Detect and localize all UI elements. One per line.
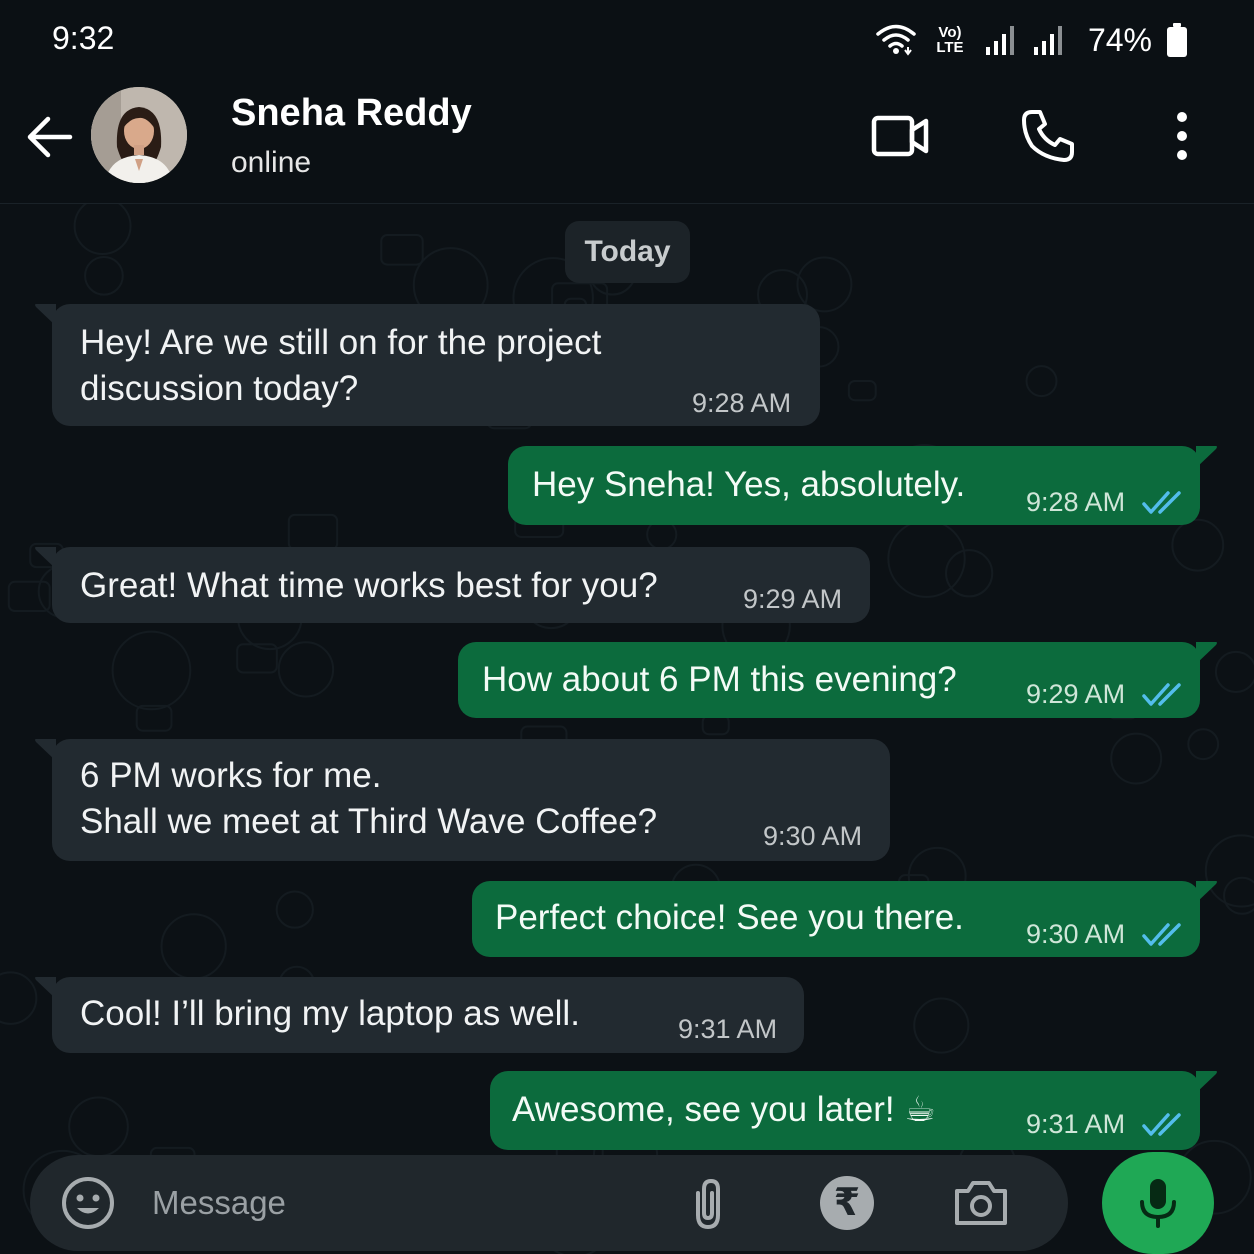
incoming-message[interactable]: Hey! Are we still on for the project dis… bbox=[35, 304, 820, 426]
more-vert-icon bbox=[1177, 112, 1187, 160]
outgoing-message[interactable]: How about 6 PM this evening? 9:29 AM bbox=[458, 642, 1217, 718]
chat-header: Sneha Reddy online bbox=[0, 80, 1254, 204]
attach-icon bbox=[696, 1178, 720, 1230]
wallpaper-doodle bbox=[945, 549, 994, 598]
voice-call-button[interactable] bbox=[1018, 106, 1078, 166]
status-time: 9:32 bbox=[52, 20, 115, 56]
wallpaper-doodle bbox=[1214, 650, 1254, 693]
camera-button[interactable] bbox=[952, 1177, 1010, 1229]
battery-percentage: 74% bbox=[1087, 21, 1152, 58]
outgoing-message[interactable]: Awesome, see you later! ☕ 9:31 AM bbox=[490, 1071, 1217, 1150]
battery-icon bbox=[1167, 23, 1187, 57]
rupee-icon: ₹ bbox=[833, 1182, 861, 1224]
volte-label-top: Vo) bbox=[938, 24, 962, 41]
back-arrow-icon bbox=[27, 116, 73, 158]
wallpaper-doodle bbox=[1110, 732, 1163, 785]
bubble-tail bbox=[1196, 446, 1217, 468]
wallpaper-doodle bbox=[111, 630, 192, 711]
wallpaper-doodle bbox=[68, 1096, 129, 1158]
read-receipt-icon bbox=[1142, 923, 1181, 946]
wallpaper-doodle bbox=[1171, 518, 1225, 572]
bubble-tail bbox=[1196, 881, 1217, 903]
wifi-icon bbox=[876, 24, 916, 56]
wallpaper-doodle bbox=[847, 380, 877, 402]
message-time: 9:31 AM bbox=[678, 1014, 778, 1044]
video-call-button[interactable] bbox=[868, 108, 932, 164]
wallpaper-doodle bbox=[0, 971, 38, 1025]
outgoing-message[interactable]: Hey Sneha! Yes, absolutely. 9:28 AM bbox=[508, 446, 1217, 525]
voice-message-button[interactable] bbox=[1102, 1152, 1214, 1254]
camera-icon bbox=[955, 1181, 1007, 1225]
emoji-button[interactable] bbox=[60, 1175, 116, 1231]
back-button[interactable] bbox=[22, 110, 76, 164]
bubble-tail bbox=[1196, 1071, 1217, 1093]
message-time: 9:31 AM bbox=[1026, 1109, 1126, 1139]
status-icons: Vo) LTE 74% bbox=[876, 18, 1188, 62]
message-list[interactable]: Today Hey! Are we still on for the proje… bbox=[0, 204, 1254, 1254]
contact-status: online bbox=[231, 146, 312, 179]
bubble-tail bbox=[1196, 642, 1217, 664]
wallpaper-doodle bbox=[287, 513, 339, 551]
message-text: Hey Sneha! Yes, absolutely. bbox=[532, 465, 966, 504]
message-time: 9:28 AM bbox=[692, 388, 792, 418]
wallpaper-doodle bbox=[1025, 365, 1058, 398]
message-time: 9:30 AM bbox=[1026, 919, 1126, 949]
more-options-button[interactable] bbox=[1162, 108, 1202, 164]
bubble-tail bbox=[35, 304, 56, 326]
message-time: 9:29 AM bbox=[743, 584, 843, 614]
read-receipt-icon bbox=[1142, 683, 1181, 706]
wallpaper-doodle bbox=[380, 233, 424, 266]
message-text: Awesome, see you later! ☕ bbox=[512, 1090, 936, 1129]
message-text: Great! What time works best for you? bbox=[80, 566, 658, 605]
contact-name[interactable]: Sneha Reddy bbox=[231, 92, 472, 135]
emoji-icon bbox=[62, 1177, 114, 1229]
wallpaper-doodle bbox=[160, 913, 227, 980]
volte-indicator: Vo) LTE bbox=[930, 25, 970, 55]
bubble-tail bbox=[35, 547, 56, 569]
message-composer: ₹ bbox=[30, 1155, 1068, 1251]
wallpaper-doodle bbox=[887, 519, 966, 598]
message-time: 9:28 AM bbox=[1026, 487, 1126, 517]
message-text: 6 PM works for me. Shall we meet at Thir… bbox=[80, 756, 658, 841]
status-bar: 9:32 Vo) LTE 74% bbox=[0, 0, 1254, 80]
message-text: How about 6 PM this evening? bbox=[482, 660, 957, 699]
incoming-message[interactable]: Great! What time works best for you? 9:29… bbox=[35, 547, 870, 623]
wallpaper-doodle bbox=[1187, 728, 1220, 761]
message-time: 9:29 AM bbox=[1026, 679, 1126, 709]
wallpaper-doodle bbox=[913, 997, 970, 1054]
message-text: Cool! I’ll bring my laptop as well. bbox=[80, 994, 580, 1033]
attach-button[interactable] bbox=[684, 1175, 732, 1233]
wallpaper-doodle bbox=[275, 890, 314, 929]
wallpaper-doodle bbox=[277, 641, 335, 698]
read-receipt-icon bbox=[1142, 491, 1181, 514]
wallpaper-doodle bbox=[84, 255, 124, 296]
wallpaper-doodle bbox=[73, 204, 132, 256]
mic-icon bbox=[1140, 1179, 1176, 1228]
outgoing-message[interactable]: Perfect choice! See you there. 9:30 AM bbox=[472, 881, 1217, 957]
phone-icon bbox=[1022, 110, 1074, 162]
bubble-tail bbox=[35, 739, 56, 761]
avatar-photo bbox=[91, 87, 187, 183]
message-text: Perfect choice! See you there. bbox=[495, 898, 964, 937]
chat-screen: 9:32 Vo) LTE 74% Sneha Reddy online Toda… bbox=[0, 0, 1254, 1254]
video-call-icon bbox=[871, 115, 929, 157]
read-receipt-icon bbox=[1142, 1113, 1181, 1136]
message-text: Hey! Are we still on for the project dis… bbox=[80, 323, 602, 408]
incoming-message[interactable]: 6 PM works for me. Shall we meet at Thir… bbox=[35, 739, 890, 861]
contact-avatar[interactable] bbox=[91, 87, 187, 183]
message-input[interactable] bbox=[152, 1175, 652, 1231]
message-time: 9:30 AM bbox=[763, 821, 863, 851]
signal-icon-sim1 bbox=[985, 26, 1014, 55]
bubble-tail bbox=[35, 977, 56, 999]
volte-label-bottom: LTE bbox=[936, 39, 964, 56]
signal-icon-sim2 bbox=[1033, 26, 1062, 55]
date-separator: Today bbox=[565, 221, 690, 283]
incoming-message[interactable]: Cool! I’ll bring my laptop as well. 9:31 … bbox=[35, 977, 804, 1053]
wallpaper-doodle bbox=[1223, 876, 1254, 915]
payment-button[interactable]: ₹ bbox=[820, 1176, 874, 1230]
wallpaper-doodle bbox=[701, 714, 730, 736]
